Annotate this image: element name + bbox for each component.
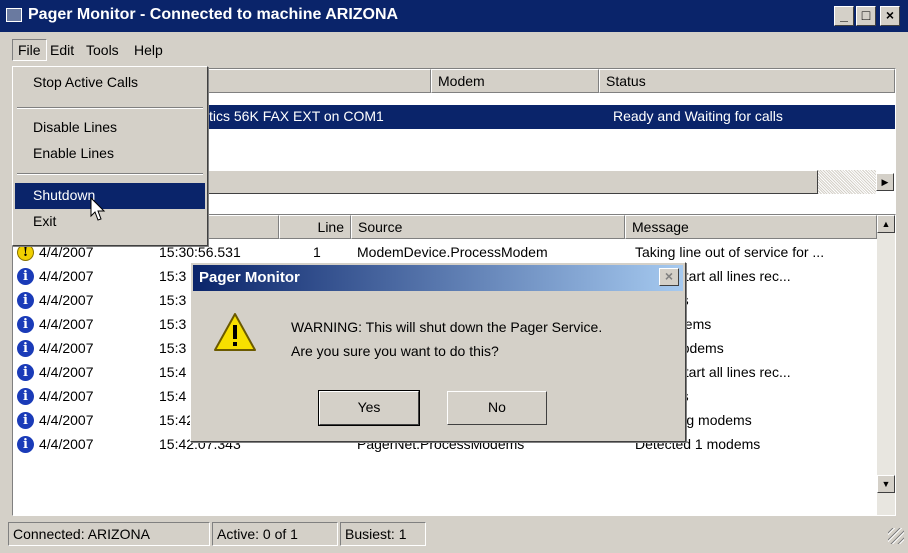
- status-connected: Connected: ARIZONA: [8, 522, 210, 546]
- menu-enable-lines[interactable]: Enable Lines: [15, 141, 205, 167]
- log-date: 4/4/2007: [39, 244, 94, 260]
- no-button[interactable]: No: [447, 391, 547, 425]
- window-title: Pager Monitor - Connected to machine ARI…: [28, 6, 399, 23]
- close-button[interactable]: ×: [880, 6, 900, 26]
- menu-tools[interactable]: Tools: [80, 39, 125, 61]
- log-date: 4/4/2007: [39, 388, 94, 404]
- scroll-up-arrow-icon[interactable]: ▲: [877, 215, 895, 233]
- log-date: 4/4/2007: [39, 412, 94, 428]
- log-vscrollbar[interactable]: ▲ ▼: [877, 215, 895, 515]
- log-time: 15:3: [159, 268, 187, 284]
- menu-help[interactable]: Help: [128, 39, 169, 61]
- warning-icon: [214, 313, 256, 351]
- mouse-pointer-icon: [90, 197, 106, 221]
- log-time: 15:4: [159, 364, 187, 380]
- log-time: 15:4: [159, 388, 187, 404]
- info-icon: i: [17, 340, 34, 357]
- lines-header-modem[interactable]: Modem: [431, 69, 599, 93]
- confirm-dialog: Pager Monitor × WARNING: This will shut …: [190, 262, 686, 442]
- dialog-message-line2: Are you sure you want to do this?: [291, 343, 499, 359]
- info-icon: i: [17, 436, 34, 453]
- log-source: ModemDevice.ProcessModem: [357, 244, 548, 260]
- menu-separator: [17, 173, 203, 175]
- window-titlebar[interactable]: Pager Monitor - Connected to machine ARI…: [0, 0, 908, 32]
- dialog-close-button[interactable]: ×: [659, 268, 679, 286]
- resize-grip-icon[interactable]: [888, 528, 904, 544]
- log-date: 4/4/2007: [39, 364, 94, 380]
- dialog-titlebar[interactable]: Pager Monitor ×: [193, 265, 683, 291]
- menu-exit[interactable]: Exit: [15, 209, 205, 235]
- log-header-source[interactable]: Source: [351, 215, 625, 239]
- log-date: 4/4/2007: [39, 292, 94, 308]
- app-icon: [6, 8, 22, 22]
- info-icon: i: [17, 364, 34, 381]
- log-time: 15:3: [159, 340, 187, 356]
- log-line: 1: [313, 244, 321, 260]
- scroll-right-arrow-icon[interactable]: ▶: [876, 173, 894, 191]
- log-date: 4/4/2007: [39, 340, 94, 356]
- file-menu: Stop Active Calls Disable Lines Enable L…: [12, 66, 208, 246]
- menu-separator: [17, 107, 203, 109]
- status-active: Active: 0 of 1: [212, 522, 338, 546]
- minimize-button[interactable]: _: [834, 6, 854, 26]
- log-header-message[interactable]: Message: [625, 215, 877, 239]
- info-icon: i: [17, 292, 34, 309]
- menu-edit[interactable]: Edit: [44, 39, 80, 61]
- log-time: 15:30:56.531: [159, 244, 241, 260]
- log-date: 4/4/2007: [39, 268, 94, 284]
- info-icon: i: [17, 268, 34, 285]
- log-header-line[interactable]: Line: [279, 215, 351, 239]
- yes-button[interactable]: Yes: [318, 390, 420, 426]
- dialog-message-line1: WARNING: This will shut down the Pager S…: [291, 319, 603, 335]
- status-busiest: Busiest: 1: [340, 522, 426, 546]
- info-icon: i: [17, 412, 34, 429]
- log-time: 15:3: [159, 316, 187, 332]
- log-date: 4/4/2007: [39, 316, 94, 332]
- maximize-button[interactable]: □: [856, 6, 876, 26]
- menu-stop-active-calls[interactable]: Stop Active Calls: [15, 70, 205, 96]
- dialog-title: Pager Monitor: [199, 269, 300, 286]
- hscroll-track[interactable]: [818, 170, 876, 194]
- lines-row-modem: tics 56K FAX EXT on COM1: [209, 108, 384, 124]
- log-time: 15:3: [159, 292, 187, 308]
- info-icon: i: [17, 388, 34, 405]
- warning-icon: !: [17, 244, 34, 261]
- menu-disable-lines[interactable]: Disable Lines: [15, 115, 205, 141]
- menu-shutdown[interactable]: Shutdown: [15, 183, 205, 209]
- scroll-down-arrow-icon[interactable]: ▼: [877, 475, 895, 493]
- lines-row-status: Ready and Waiting for calls: [613, 108, 783, 124]
- menu-file[interactable]: File: [12, 39, 47, 61]
- log-message: Taking line out of service for ...: [635, 244, 825, 260]
- lines-header-status[interactable]: Status: [599, 69, 895, 93]
- log-date: 4/4/2007: [39, 436, 94, 452]
- menubar: File Edit Tools Help: [0, 34, 908, 64]
- info-icon: i: [17, 316, 34, 333]
